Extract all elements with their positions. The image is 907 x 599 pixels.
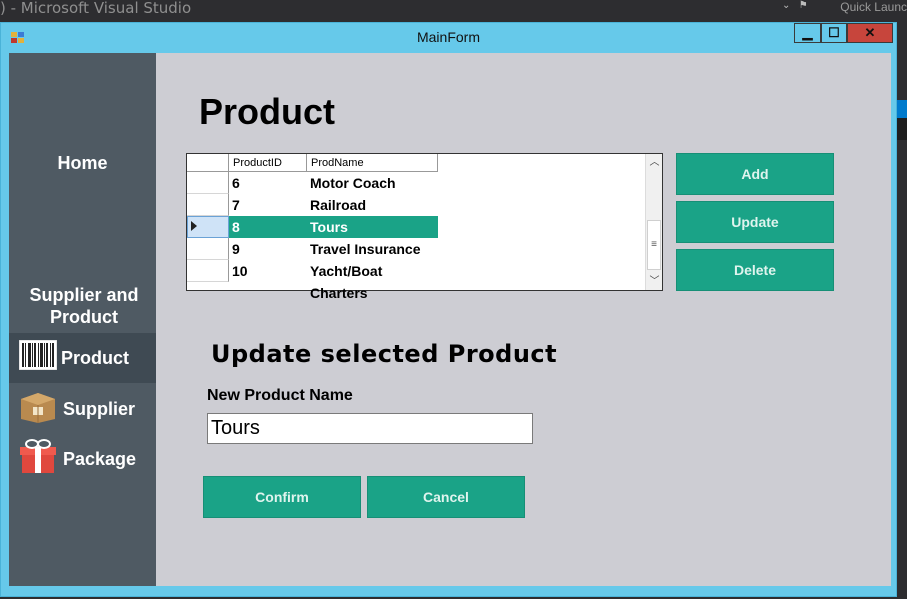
table-row[interactable]: 9 Travel Insurance: [187, 238, 647, 260]
vs-background-bar: ) - Microsoft Visual Studio ⌄ ⚑ Quick La…: [0, 0, 907, 22]
table-row[interactable]: 10 Yacht/Boat Charters: [187, 260, 647, 301]
cell-prod-name[interactable]: Yacht/Boat Charters: [307, 260, 438, 301]
cell-prod-name[interactable]: Railroad: [307, 194, 438, 216]
minimize-button[interactable]: ▁: [794, 23, 821, 43]
product-grid[interactable]: ProductID ProdName 6 Motor Coach 7 Railr…: [186, 153, 663, 301]
scroll-down-icon[interactable]: ﹀: [646, 273, 663, 290]
page-title: Product: [199, 91, 336, 132]
table-row[interactable]: 6 Motor Coach: [187, 172, 647, 194]
row-header[interactable]: [187, 238, 229, 260]
sidebar-item-supplier[interactable]: Supplier: [9, 385, 156, 435]
close-button[interactable]: ✕: [847, 23, 893, 43]
sidebar-item-label: Supplier: [63, 399, 136, 419]
sidebar-item-label: Product: [61, 348, 130, 368]
confirm-button[interactable]: Confirm: [203, 476, 361, 518]
maximize-icon: ☐: [828, 25, 840, 40]
cell-prod-name[interactable]: Tours: [307, 216, 438, 238]
minimize-icon: ▁: [802, 25, 813, 40]
cell-product-id[interactable]: 6: [229, 172, 307, 194]
delete-button[interactable]: Delete: [676, 249, 834, 291]
cell-product-id[interactable]: 7: [229, 194, 307, 216]
add-button[interactable]: Add: [676, 153, 834, 195]
row-header[interactable]: [187, 194, 229, 216]
title-bar[interactable]: MainForm ▁ ☐ ✕: [1, 23, 896, 53]
barcode-icon: [18, 339, 58, 376]
grid-column-header[interactable]: ProductID: [229, 154, 307, 172]
sidebar-item-home[interactable]: Home: [9, 153, 156, 174]
grid-column-header[interactable]: ProdName: [307, 154, 438, 172]
sidebar: Home Supplier and Product Product Suppli…: [9, 53, 156, 586]
current-row-arrow-icon: [191, 221, 197, 231]
vs-title: ) - Microsoft Visual Studio: [0, 0, 192, 17]
row-header-current[interactable]: [187, 216, 229, 238]
vs-toolbar-icons: ⌄ ⚑: [782, 0, 808, 11]
grid-vertical-scrollbar[interactable]: ︿ ≡ ﹀: [645, 154, 662, 290]
sidebar-section-heading: Supplier and Product: [29, 285, 139, 327]
table-row-selected[interactable]: 8 Tours: [187, 216, 647, 238]
maximize-button[interactable]: ☐: [821, 23, 847, 43]
new-product-name-label: New Product Name: [207, 387, 353, 404]
cell-product-id[interactable]: 8: [229, 216, 307, 238]
cancel-button[interactable]: Cancel: [367, 476, 525, 518]
row-header[interactable]: [187, 172, 229, 194]
gift-icon: [19, 439, 57, 475]
vs-quick-launch[interactable]: Quick Launc: [840, 0, 907, 14]
sidebar-item-product[interactable]: Product: [9, 333, 156, 383]
update-section-title: Update selected Product: [211, 340, 558, 368]
client-area: Home Supplier and Product Product Suppli…: [9, 53, 891, 586]
cell-product-id[interactable]: 10: [229, 260, 307, 282]
table-row[interactable]: 7 Railroad: [187, 194, 647, 216]
new-product-name-input[interactable]: Tours: [207, 413, 533, 444]
scroll-up-icon[interactable]: ︿: [646, 154, 663, 171]
sidebar-item-label: Package: [63, 449, 137, 469]
cell-prod-name[interactable]: Travel Insurance: [307, 238, 438, 260]
main-form-window: MainForm ▁ ☐ ✕ Home Supplier and Product: [0, 22, 897, 597]
window-title: MainForm: [416, 29, 480, 45]
sidebar-item-package[interactable]: Package: [9, 435, 156, 485]
scroll-thumb[interactable]: ≡: [647, 220, 661, 270]
update-button[interactable]: Update: [676, 201, 834, 243]
cell-product-id[interactable]: 9: [229, 238, 307, 260]
row-header[interactable]: [187, 260, 229, 282]
grid-corner-header: [187, 154, 229, 172]
box-icon: [19, 389, 57, 425]
cell-prod-name[interactable]: Motor Coach: [307, 172, 438, 194]
close-icon: ✕: [864, 25, 876, 40]
